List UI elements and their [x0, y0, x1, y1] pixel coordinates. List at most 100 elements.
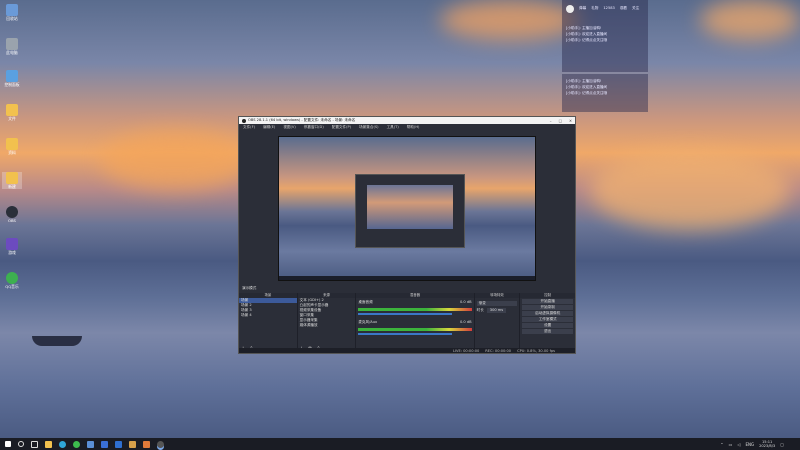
mail-icon[interactable]: [101, 440, 108, 448]
edge-icon[interactable]: [59, 440, 66, 448]
obs-taskbar-icon[interactable]: [157, 440, 164, 448]
chat-line: [小助手]: 记得点点关注哦: [566, 38, 608, 42]
menu-view[interactable]: 视图(V): [283, 125, 295, 130]
start-icon[interactable]: [5, 441, 11, 447]
status-bar: LIVE: 00:00:00 REC: 00:00:00 CPU: 0.8%, …: [239, 348, 575, 353]
chat-line: [小助手]: 记得点点关注哦: [566, 91, 608, 95]
dock-title: 混音器: [356, 293, 474, 298]
menu-help[interactable]: 帮助(H): [407, 125, 420, 130]
file-explorer-icon[interactable]: [45, 440, 52, 448]
volume-meter: [358, 328, 472, 331]
obs-icon: [6, 206, 18, 218]
duration-label: 时长: [476, 308, 484, 312]
preview-taskbar: [279, 276, 535, 280]
network-icon[interactable]: ▭: [729, 442, 733, 447]
rec-status: REC: 00:00:00: [485, 348, 512, 353]
maximize-icon[interactable]: □: [559, 119, 562, 123]
app-icon[interactable]: [87, 440, 94, 448]
transition-select[interactable]: 渐变: [476, 301, 518, 306]
virtual-camera-button[interactable]: 启动虚拟摄像机: [522, 311, 574, 316]
sources-dock: 来源 文本 (GDI+) 2 凸起的声卡显示器 视频采集设备 窗口采集 显示器采…: [297, 293, 356, 353]
settings-button[interactable]: 设置: [522, 323, 574, 328]
app-icon[interactable]: [129, 440, 136, 448]
desktop-icon-5[interactable]: 新建: [2, 172, 22, 189]
sunset-glow: [700, 0, 800, 40]
folder-icon: [6, 138, 18, 150]
chevron-up-icon[interactable]: ⌃: [720, 442, 723, 447]
duration-input[interactable]: 300 ms: [486, 308, 507, 313]
volume-slider[interactable]: [358, 313, 453, 315]
menu-bar: 文件(F) 编辑(E) 视图(V) 停靠窗口(D) 配置文件(P) 场景集合(S…: [239, 124, 575, 130]
clock[interactable]: 15:11 2023/8/3: [759, 440, 775, 449]
app-icon[interactable]: [143, 440, 150, 448]
volume-db: 0.0 dB: [460, 300, 472, 304]
live-status: LIVE: 00:00:00: [452, 348, 480, 353]
desktop-icon-6[interactable]: OBS: [2, 206, 22, 223]
system-tray: ⌃ ▭ ◁ ENG 15:11 2023/8/3 ▢: [720, 438, 784, 450]
chat-overlay-bottom: [小助手]: 主播加油鸭! [小助手]: 欢迎进入直播间 [小助手]: 记得点点…: [562, 74, 648, 112]
controls-dock: 控制 开始直播 开始录制 启动虚拟摄像机 工作室模式 设置 退出: [520, 293, 576, 353]
nested-preview-image: [367, 185, 453, 229]
notification-icon[interactable]: ▢: [780, 442, 784, 447]
scene-item[interactable]: 场景 4: [239, 313, 297, 318]
folder-icon: [6, 172, 18, 184]
computer-icon: [6, 38, 18, 50]
window-title: OBS 28.1.1 (64 bit, windows) - 配置文件: 未命名…: [248, 118, 356, 122]
start-streaming-button[interactable]: 开始直播: [522, 299, 574, 304]
dock-area: 场景 场景 场景 2 场景 3 场景 4 +⌃⌄ 来源 文本 (GDI+) 2 …: [239, 293, 576, 353]
volume-db: 0.0 dB: [460, 320, 472, 324]
obs-titlebar[interactable]: OBS 28.1.1 (64 bit, windows) - 配置文件: 未命名…: [239, 117, 575, 124]
game-icon: [6, 238, 18, 250]
source-item[interactable]: 媒体源播放: [298, 323, 356, 328]
dock-title: 控制: [520, 293, 576, 298]
wechat-icon[interactable]: [73, 440, 80, 448]
menu-docks[interactable]: 停靠窗口(D): [304, 125, 324, 130]
volume-meter: [358, 308, 472, 311]
menu-tools[interactable]: 工具(T): [387, 125, 399, 130]
music-icon: [6, 272, 18, 284]
chat-overlay-top: 弹幕 礼物 12583 观看 关注 [小助手]: 主播加油鸭! [小助手]: 欢…: [562, 0, 648, 72]
mode-label: 演示模式: [242, 286, 257, 290]
desktop-icon-1[interactable]: 此电脑: [2, 38, 22, 55]
avatar: [566, 5, 574, 13]
clock-date: 2023/8/3: [759, 444, 776, 448]
studio-mode-button[interactable]: 工作室模式: [522, 317, 574, 322]
boat-silhouette: [32, 336, 82, 346]
obs-logo-icon: [242, 118, 246, 123]
sunset-glow: [590, 150, 790, 230]
obs-window: OBS 28.1.1 (64 bit, windows) - 配置文件: 未命名…: [238, 116, 576, 354]
control-panel-icon: [6, 70, 18, 82]
taskbar: ⌃ ▭ ◁ ENG 15:11 2023/8/3 ▢: [0, 438, 800, 450]
close-icon[interactable]: ✕: [569, 119, 572, 123]
mode-bar: 演示模式: [239, 285, 575, 292]
dock-title: 转场特效: [474, 293, 520, 298]
desktop-icon-7[interactable]: 游戏: [2, 238, 22, 255]
volume-icon[interactable]: ◁: [737, 442, 740, 447]
folder-icon: [6, 104, 18, 116]
scenes-dock: 场景 场景 场景 2 场景 3 场景 4 +⌃⌄: [239, 293, 297, 353]
exit-button[interactable]: 退出: [522, 329, 574, 334]
desktop-icon-0[interactable]: 回收站: [2, 4, 22, 21]
nested-preview: [355, 174, 465, 248]
sunset-glow: [100, 130, 250, 190]
language-indicator[interactable]: ENG: [745, 442, 754, 447]
desktop-icon-3[interactable]: 文件: [2, 104, 22, 121]
mixer-channel-label: 麦克风/Aux: [358, 320, 378, 324]
recycle-bin-icon: [6, 4, 18, 16]
menu-file[interactable]: 文件(F): [243, 125, 255, 130]
cpu-status: CPU: 0.8%, 30.00 fps: [517, 348, 555, 353]
search-icon[interactable]: [18, 441, 24, 447]
volume-slider[interactable]: [358, 333, 453, 335]
start-recording-button[interactable]: 开始录制: [522, 305, 574, 310]
transitions-dock: 转场特效 渐变 时长 300 ms: [474, 293, 520, 353]
desktop-icon-4[interactable]: 资料: [2, 138, 22, 155]
desktop-icon-8[interactable]: QQ音乐: [2, 272, 22, 289]
menu-profile[interactable]: 配置文件(P): [332, 125, 351, 130]
menu-edit[interactable]: 编辑(E): [263, 125, 275, 130]
menu-scene-collection[interactable]: 场景集合(S): [359, 125, 378, 130]
store-icon[interactable]: [115, 440, 122, 448]
desktop-icon-2[interactable]: 控制面板: [2, 70, 22, 87]
preview-canvas[interactable]: [278, 136, 536, 281]
minimize-icon[interactable]: –: [550, 119, 552, 123]
task-view-icon[interactable]: [31, 440, 38, 448]
